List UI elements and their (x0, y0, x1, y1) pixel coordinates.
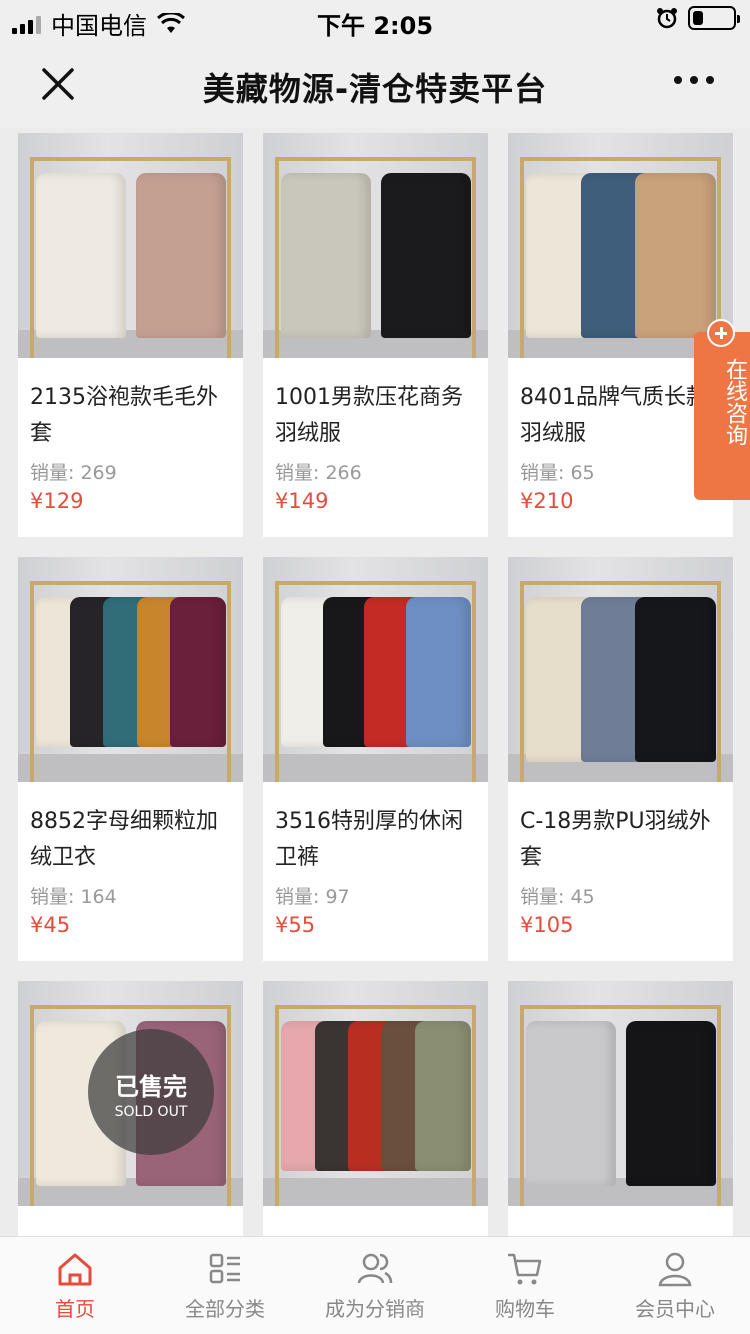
product-price: ¥129 (30, 489, 84, 513)
user-icon (658, 1252, 692, 1287)
tab-home-label: 首页 (55, 1297, 95, 1321)
product-image[interactable] (18, 133, 243, 358)
page-title: 美藏物源-清仓特卖平台 (202, 70, 548, 108)
product-price: ¥210 (520, 489, 574, 513)
product-title[interactable] (275, 1228, 476, 1236)
status-bar: 中国电信 下午 2:05 (0, 0, 750, 40)
sold-out-cn: 已售完 (115, 1073, 187, 1101)
tab-categories[interactable]: 全部分类 (150, 1237, 300, 1334)
status-time: 下午 2:05 (316, 12, 434, 40)
product-price: ¥45 (30, 913, 71, 937)
product-title[interactable]: 2135浴袍款毛毛外套 (30, 380, 231, 452)
product-card[interactable]: 2135浴袍款毛毛外套销量: 269 ¥129 (18, 133, 243, 537)
product-title[interactable]: 8401品牌气质长款羽绒服 (520, 380, 721, 452)
product-title[interactable]: 8852字母细颗粒加绒卫衣 (30, 804, 231, 876)
tab-categories-label: 全部分类 (185, 1297, 265, 1321)
tab-member[interactable]: 会员中心 (600, 1237, 750, 1334)
cart-icon (508, 1253, 542, 1285)
sold-out-badge: 已售完 SOLD OUT (88, 1029, 214, 1155)
product-title[interactable] (520, 1228, 721, 1236)
online-consult-button[interactable]: 在线咨询 (694, 319, 750, 500)
product-sales: 销量: 45 (520, 886, 595, 908)
home-icon (58, 1253, 92, 1286)
product-image[interactable] (508, 981, 733, 1206)
product-card[interactable]: 8852字母细颗粒加绒卫衣销量: 164 ¥45 (18, 557, 243, 961)
product-title[interactable] (30, 1228, 231, 1236)
product-title[interactable]: C-18男款PU羽绒外套 (520, 804, 721, 876)
product-card[interactable]: 已售完 SOLD OUT (18, 981, 243, 1236)
product-card[interactable] (263, 981, 488, 1236)
product-image[interactable] (508, 557, 733, 782)
product-image[interactable] (263, 981, 488, 1206)
garment (36, 173, 126, 338)
product-image[interactable] (263, 133, 488, 358)
product-card[interactable]: 1001男款压花商务羽绒服销量: 266 ¥149 (263, 133, 488, 537)
product-image[interactable]: 已售完 SOLD OUT (18, 981, 243, 1206)
product-image[interactable] (18, 557, 243, 782)
product-sales: 销量: 266 (275, 462, 362, 484)
tab-bar: 首页 全部分类 成为分销商 购物车 会员中心 (0, 1236, 750, 1334)
garment (526, 1021, 616, 1186)
product-title[interactable]: 3516特别厚的休闲卫裤 (275, 804, 476, 876)
garment (170, 597, 226, 747)
plus-icon (707, 319, 735, 347)
product-image[interactable] (508, 133, 733, 358)
product-sales: 销量: 97 (275, 886, 350, 908)
alarm-icon (657, 8, 677, 29)
tab-distributor-label: 成为分销商 (325, 1297, 425, 1321)
product-title[interactable]: 1001男款压花商务羽绒服 (275, 380, 476, 452)
garment (381, 173, 471, 338)
battery-icon (688, 6, 740, 30)
status-right (656, 6, 740, 30)
tab-member-label: 会员中心 (635, 1297, 715, 1321)
nav-bar: 美藏物源-清仓特卖平台 (0, 40, 750, 128)
online-consult-label: 在线咨询 (722, 358, 747, 446)
product-list: 2135浴袍款毛毛外套销量: 269 ¥129 1001男款压花商务羽绒服销量: 2… (0, 128, 750, 1236)
product-price: ¥55 (275, 913, 316, 937)
tab-cart-label: 购物车 (495, 1297, 555, 1321)
product-sales: 销量: 164 (30, 886, 117, 908)
product-sales: 销量: 65 (520, 462, 595, 484)
product-image[interactable] (263, 557, 488, 782)
garment (406, 597, 471, 747)
product-price: ¥105 (520, 913, 574, 937)
garment (635, 173, 716, 338)
tab-distributor[interactable]: 成为分销商 (300, 1237, 450, 1334)
sold-out-en: SOLD OUT (114, 1104, 188, 1120)
product-card[interactable]: 3516特别厚的休闲卫裤销量: 97 ¥55 (263, 557, 488, 961)
garment (626, 1021, 716, 1186)
tab-cart[interactable]: 购物车 (450, 1237, 600, 1334)
more-icon[interactable] (674, 76, 714, 84)
product-card[interactable] (508, 981, 733, 1236)
garment (635, 597, 716, 762)
garment (136, 173, 226, 338)
product-sales: 销量: 269 (30, 462, 117, 484)
product-price: ¥149 (275, 489, 329, 513)
product-grid: 2135浴袍款毛毛外套销量: 269 ¥129 1001男款压花商务羽绒服销量: 2… (18, 133, 733, 1236)
category-icon (209, 1253, 240, 1284)
battery-level (693, 11, 703, 25)
product-card[interactable]: C-18男款PU羽绒外套销量: 45 ¥105 (508, 557, 733, 961)
garment (415, 1021, 471, 1171)
users-icon (357, 1253, 393, 1284)
garment (281, 173, 371, 338)
tab-home[interactable]: 首页 (0, 1237, 150, 1334)
